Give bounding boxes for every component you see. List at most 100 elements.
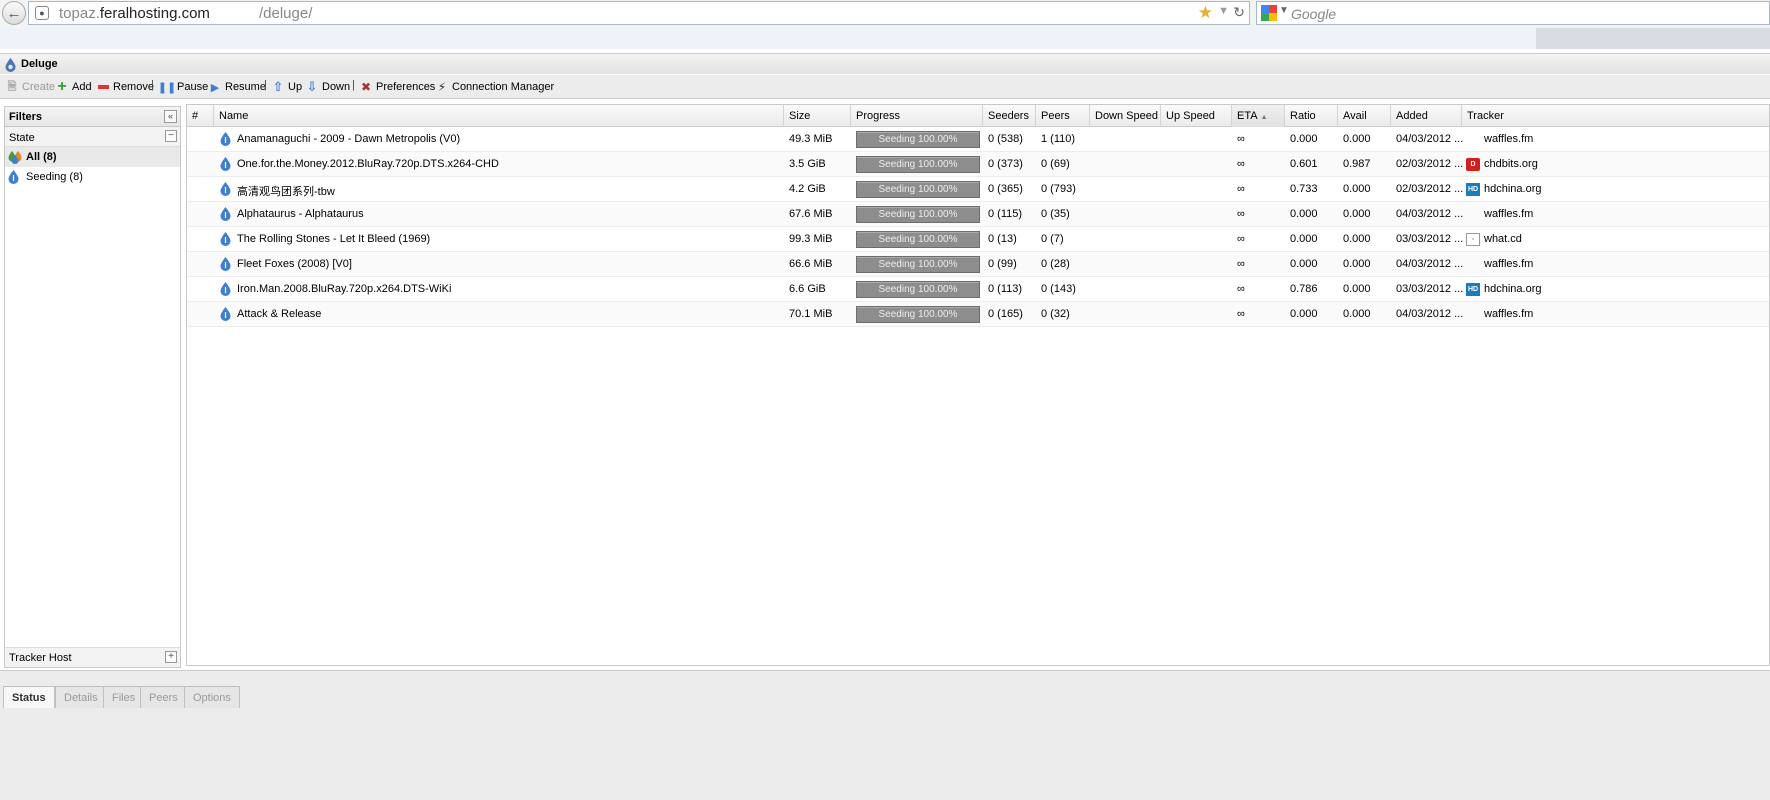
torrent-peers: 0 (35) <box>1041 208 1070 220</box>
seeding-icon <box>220 307 231 321</box>
filters-title: Filters <box>9 111 43 123</box>
pause-label: Pause <box>177 81 209 93</box>
add-icon: + <box>57 78 67 95</box>
column-header-size[interactable]: Size <box>784 105 851 127</box>
torrent-added: 04/03/2012 ... <box>1396 208 1464 220</box>
torrent-peers: 0 (28) <box>1041 258 1070 270</box>
torrent-ratio: 0.786 <box>1290 283 1318 295</box>
torrent-avail: 0.000 <box>1343 283 1371 295</box>
column-header-name[interactable]: Name <box>214 105 784 127</box>
history-dropdown-icon[interactable]: ▼ <box>1218 5 1229 17</box>
collapse-panel-icon[interactable]: « <box>164 110 177 123</box>
torrent-peers: 0 (793) <box>1041 183 1076 195</box>
resume-label: Resume <box>225 81 266 93</box>
table-row[interactable]: Iron.Man.2008.BluRay.720p.x264.DTS-WiKi 6… <box>187 277 1769 302</box>
column-header-down-speed[interactable]: Down Speed <box>1090 105 1161 127</box>
tracker-favicon-icon: HD <box>1466 183 1480 196</box>
seeding-icon <box>220 132 231 146</box>
connection-manager-label: Connection Manager <box>452 81 555 93</box>
url-host-domain: feralhosting.com <box>99 5 210 22</box>
tracker-favicon-icon: D <box>1466 158 1480 171</box>
seeding-icon <box>220 257 231 271</box>
search-placeholder: Google <box>1291 6 1337 22</box>
preferences-button[interactable]: ✖ Preferences <box>359 79 435 95</box>
torrent-added: 03/03/2012 ... <box>1396 233 1464 245</box>
torrent-size: 66.6 MiB <box>789 258 833 270</box>
search-bar[interactable]: ▼ Google <box>1256 1 1770 25</box>
google-icon[interactable] <box>1261 5 1277 21</box>
pause-button[interactable]: ❚❚ Pause <box>158 79 209 95</box>
column-header-peers[interactable]: Peers <box>1036 105 1090 127</box>
state-filter-all[interactable]: All (8) <box>5 147 180 167</box>
remove-button[interactable]: Remove <box>96 79 154 95</box>
torrent-peers: 0 (69) <box>1041 158 1070 170</box>
filters-header: Filters « <box>5 107 180 127</box>
seeding-icon <box>220 207 231 221</box>
torrent-seeders: 0 (99) <box>988 258 1017 270</box>
torrent-added: 02/03/2012 ... <box>1396 183 1464 195</box>
state-title: State <box>9 132 35 144</box>
torrent-eta: ∞ <box>1237 133 1245 145</box>
connection-manager-button[interactable]: ⚡ Connection Manager <box>435 79 554 95</box>
torrent-added: 04/03/2012 ... <box>1396 258 1464 270</box>
table-row[interactable]: The Rolling Stones - Let It Bleed (1969)… <box>187 227 1769 252</box>
torrent-eta: ∞ <box>1237 158 1245 170</box>
table-row[interactable]: Anamanaguchi - 2009 - Dawn Metropolis (V… <box>187 127 1769 152</box>
move-down-button[interactable]: ⇩ Down <box>305 79 351 95</box>
bookmark-star-icon[interactable]: ★ <box>1198 3 1213 23</box>
torrent-avail: 0.987 <box>1343 158 1371 170</box>
tab-status[interactable]: Status <box>3 686 55 708</box>
state-section-header[interactable]: State − <box>5 127 180 147</box>
address-bar[interactable]: ● topaz.feralhosting.com /deluge/ ★ ▼ ↻ <box>28 1 1250 25</box>
site-favicon-icon: ● <box>35 6 49 20</box>
add-button[interactable]: + Add <box>55 78 91 95</box>
tab-details[interactable]: Details <box>55 686 107 708</box>
create-label: Create <box>22 81 56 93</box>
column-header-up-speed[interactable]: Up Speed <box>1161 105 1232 127</box>
table-row[interactable]: 高清观鸟团系列-tbw 4.2 GiB 0 (365) 0 (793) ∞ 0.733 0.… <box>187 177 1769 202</box>
filters-panel: Filters « State − All (8) Seeding (8) Tr… <box>4 106 181 668</box>
column-header-tracker[interactable]: Tracker <box>1462 105 1769 127</box>
table-row[interactable]: One.for.the.Money.2012.BluRay.720p.DTS.x… <box>187 152 1769 177</box>
tab-options[interactable]: Options <box>184 686 240 708</box>
torrent-seeders: 0 (115) <box>988 208 1023 220</box>
column-header-ratio[interactable]: Ratio <box>1285 105 1338 127</box>
down-label: Down <box>322 81 351 93</box>
torrent-name: Iron.Man.2008.BluRay.720p.x264.DTS-WiKi <box>237 283 452 295</box>
torrent-seeders: 0 (165) <box>988 308 1023 320</box>
torrent-avail: 0.000 <box>1343 258 1371 270</box>
move-up-button[interactable]: ⇧ Up <box>271 79 303 95</box>
browser-toolbar: ← ● topaz.feralhosting.com /deluge/ ★ ▼ … <box>0 0 1770 28</box>
back-arrow-icon[interactable]: ← <box>2 1 26 25</box>
progress-bar: Seeding 100.00% <box>856 181 980 198</box>
torrent-name: 高清观鸟团系列-tbw <box>237 186 335 198</box>
torrent-name: Alphataurus - Alphataurus <box>237 208 364 220</box>
tracker-host-section-header[interactable]: Tracker Host + <box>5 647 180 667</box>
create-button[interactable]: 🗎 Create <box>5 79 55 95</box>
collapse-section-icon[interactable]: − <box>165 130 177 142</box>
up-label: Up <box>288 81 303 93</box>
sort-ascending-icon: ▲ <box>1260 114 1268 121</box>
table-row[interactable]: Attack & Release 70.1 MiB 0 (165) 0 (32) ∞ 0.… <box>187 302 1769 327</box>
column-header-index[interactable]: # <box>187 105 214 127</box>
column-header-eta[interactable]: ETA ▲ <box>1232 105 1285 127</box>
torrent-added: 02/03/2012 ... <box>1396 158 1464 170</box>
torrent-grid: # Name Size Progress Seeders Peers Down … <box>186 104 1770 666</box>
column-header-progress[interactable]: Progress <box>851 105 983 127</box>
reload-icon[interactable]: ↻ <box>1233 4 1245 21</box>
app-title: Deluge <box>21 58 58 70</box>
tab-peers[interactable]: Peers <box>140 686 187 708</box>
search-engine-dropdown-icon[interactable]: ▼ <box>1279 5 1289 16</box>
progress-bar: Seeding 100.00% <box>856 206 980 223</box>
state-filter-seeding[interactable]: Seeding (8) <box>5 167 180 187</box>
expand-section-icon[interactable]: + <box>165 651 177 663</box>
toolbar-separator: | <box>264 79 267 91</box>
resume-button[interactable]: ▶ Resume <box>208 79 266 95</box>
table-row[interactable]: Fleet Foxes (2008) [V0] 66.6 MiB 0 (99) 0 (… <box>187 252 1769 277</box>
url-path: /deluge/ <box>259 5 313 22</box>
table-row[interactable]: Alphataurus - Alphataurus 67.6 MiB 0 (115)… <box>187 202 1769 227</box>
column-header-avail[interactable]: Avail <box>1338 105 1391 127</box>
column-header-seeders[interactable]: Seeders <box>983 105 1036 127</box>
column-header-added[interactable]: Added <box>1391 105 1462 127</box>
tab-files[interactable]: Files <box>103 686 145 708</box>
